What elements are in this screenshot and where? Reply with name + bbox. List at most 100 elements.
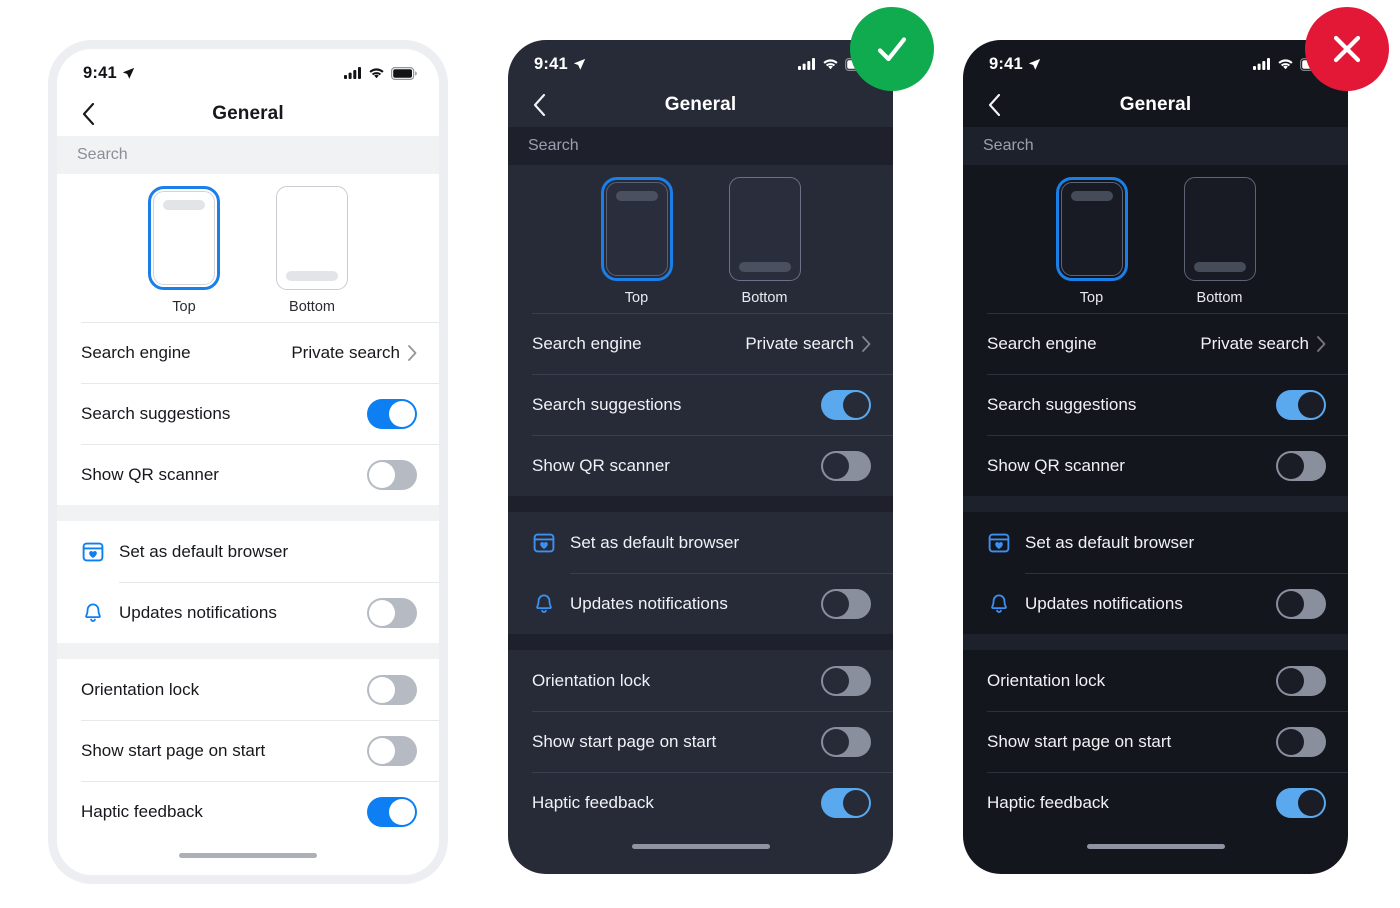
toggle-show-qr-scanner[interactable]	[821, 450, 871, 481]
settings-list: Top Bottom Search engine Private search …	[963, 165, 1348, 874]
phone-preview-bottom	[1183, 177, 1256, 281]
browser-window-heart-icon	[81, 540, 105, 564]
row-haptic-feedback[interactable]: Haptic feedback	[57, 781, 439, 842]
search-engine-value: Private search	[745, 333, 854, 353]
row-updates-notifications[interactable]: Updates notifications	[57, 582, 439, 643]
settings-group-browser: Set as default browser Updates notificat…	[508, 512, 893, 634]
search-input[interactable]: Search	[508, 127, 893, 165]
section-gap	[57, 643, 439, 659]
toggle-orientation-lock[interactable]	[1276, 665, 1326, 696]
phone-mockup-black: 9:41 General Search Top Bottom Search en…	[963, 40, 1348, 874]
row-value: Private search	[1200, 334, 1326, 354]
row-updates-notifications[interactable]: Updates notifications	[508, 573, 893, 634]
toggle-show-start-page-on-start[interactable]	[821, 726, 871, 757]
row-label: Set as default browser	[570, 532, 740, 552]
row-orientation-lock[interactable]: Orientation lock	[57, 659, 439, 720]
row-label: Search suggestions	[987, 394, 1137, 414]
row-haptic-feedback[interactable]: Haptic feedback	[508, 772, 893, 833]
picker-option-top-label: Top	[1079, 290, 1104, 306]
row-show-qr-scanner[interactable]: Show QR scanner	[57, 444, 439, 505]
status-bar-time: 9:41	[989, 54, 1023, 73]
back-button[interactable]	[981, 92, 1007, 118]
row-show-start-page-on-start[interactable]: Show start page on start	[963, 711, 1348, 772]
status-bar-indicators	[344, 66, 417, 80]
row-search-suggestions[interactable]: Search suggestions	[508, 374, 893, 435]
toggle-show-qr-scanner[interactable]	[367, 459, 417, 490]
phone-screen: 9:41 General Search Top Bottom Search en…	[508, 40, 893, 874]
search-input[interactable]: Search	[57, 136, 439, 174]
toggle-haptic-feedback[interactable]	[821, 787, 871, 818]
home-indicator[interactable]	[631, 843, 770, 849]
home-indicator-area	[57, 842, 439, 868]
row-set-as-default-browser[interactable]: Set as default browser	[963, 512, 1348, 573]
phone-bezel: 9:41 General Search Top Bottom Search en…	[963, 40, 1348, 874]
row-search-engine[interactable]: Search engine Private search	[963, 313, 1348, 374]
chevron-left-icon	[988, 93, 1000, 116]
row-haptic-feedback[interactable]: Haptic feedback	[963, 772, 1348, 833]
location-arrow-icon	[122, 67, 135, 79]
browser-window-heart-icon	[987, 531, 1011, 555]
toggle-updates-notifications[interactable]	[1276, 588, 1326, 619]
toggle-updates-notifications[interactable]	[821, 588, 871, 619]
search-input[interactable]: Search	[963, 127, 1348, 165]
toggle-show-start-page-on-start[interactable]	[1276, 726, 1326, 757]
picker-option-top[interactable]: Top	[141, 186, 227, 315]
picker-option-top[interactable]: Top	[594, 177, 680, 306]
row-show-qr-scanner[interactable]: Show QR scanner	[963, 435, 1348, 496]
picker-option-bottom[interactable]: Bottom	[722, 177, 808, 306]
home-indicator[interactable]	[179, 852, 317, 858]
toggle-orientation-lock[interactable]	[367, 674, 417, 705]
address-bar-preview	[286, 271, 338, 281]
row-label: Set as default browser	[1025, 532, 1195, 552]
row-set-as-default-browser[interactable]: Set as default browser	[57, 521, 439, 582]
toggle-orientation-lock[interactable]	[821, 665, 871, 696]
picker-option-bottom-frame	[728, 177, 801, 281]
section-gap	[508, 634, 893, 650]
row-orientation-lock[interactable]: Orientation lock	[963, 650, 1348, 711]
chevron-left-icon	[533, 93, 545, 116]
toggle-show-start-page-on-start[interactable]	[367, 735, 417, 766]
section-gap	[57, 505, 439, 521]
address-bar-position-picker: Top Bottom	[963, 165, 1348, 313]
picker-option-bottom-label: Bottom	[741, 290, 788, 306]
picker-option-bottom[interactable]: Bottom	[1177, 177, 1263, 306]
row-value: Private search	[291, 343, 417, 363]
address-bar-preview	[1070, 191, 1113, 201]
toggle-haptic-feedback[interactable]	[367, 796, 417, 827]
row-search-engine[interactable]: Search engine Private search	[508, 313, 893, 374]
toggle-search-suggestions[interactable]	[821, 389, 871, 420]
status-bar: 9:41	[57, 49, 439, 91]
row-set-as-default-browser[interactable]: Set as default browser	[508, 512, 893, 573]
row-updates-notifications[interactable]: Updates notifications	[963, 573, 1348, 634]
toggle-knob	[823, 590, 849, 617]
back-button[interactable]	[75, 101, 101, 127]
toggle-updates-notifications[interactable]	[367, 597, 417, 628]
row-show-start-page-on-start[interactable]: Show start page on start	[57, 720, 439, 781]
battery-full-icon	[391, 66, 417, 80]
row-orientation-lock[interactable]: Orientation lock	[508, 650, 893, 711]
picker-option-bottom-label: Bottom	[289, 299, 335, 315]
address-bar-position-picker: Top Bottom	[508, 165, 893, 313]
toggle-show-qr-scanner[interactable]	[1276, 450, 1326, 481]
picker-option-top[interactable]: Top	[1049, 177, 1135, 306]
row-search-suggestions[interactable]: Search suggestions	[57, 383, 439, 444]
row-show-qr-scanner[interactable]: Show QR scanner	[508, 435, 893, 496]
toggle-haptic-feedback[interactable]	[1276, 787, 1326, 818]
row-label: Set as default browser	[119, 541, 289, 561]
row-show-start-page-on-start[interactable]: Show start page on start	[508, 711, 893, 772]
toggle-search-suggestions[interactable]	[367, 398, 417, 429]
bell-icon	[987, 592, 1011, 616]
picker-option-bottom-frame	[1183, 177, 1256, 281]
back-button[interactable]	[526, 92, 552, 118]
toggle-knob	[823, 667, 849, 694]
cellular-bars-icon	[798, 58, 815, 70]
toggle-search-suggestions[interactable]	[1276, 389, 1326, 420]
home-indicator[interactable]	[1086, 843, 1225, 849]
status-badge-approved	[850, 7, 934, 91]
row-search-suggestions[interactable]: Search suggestions	[963, 374, 1348, 435]
section-gap	[508, 496, 893, 512]
picker-option-bottom[interactable]: Bottom	[269, 186, 355, 315]
address-bar-preview	[1193, 262, 1246, 272]
settings-list: Top Bottom Search engine Private search …	[57, 174, 439, 875]
row-search-engine[interactable]: Search engine Private search	[57, 322, 439, 383]
